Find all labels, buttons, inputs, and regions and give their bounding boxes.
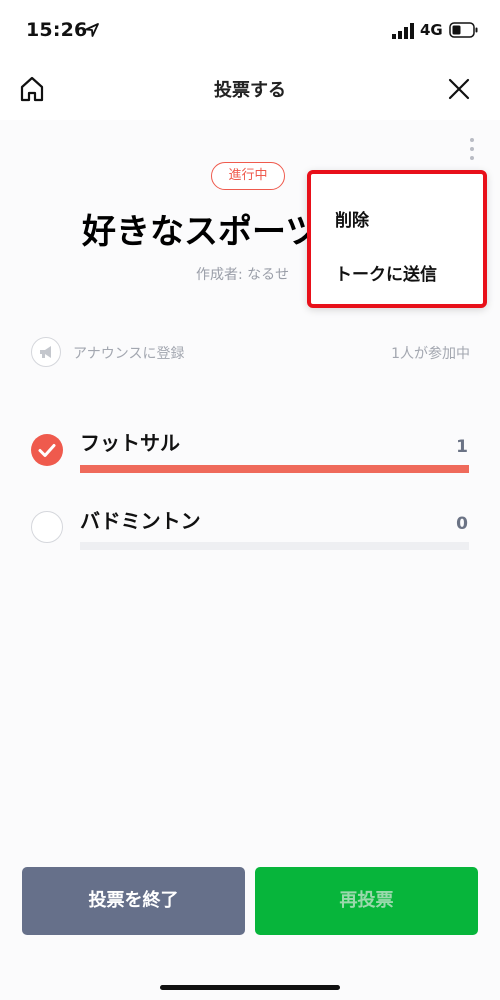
battery-icon [449,22,478,38]
page-title: 投票する [214,80,286,101]
status-badge: 進行中 [211,162,285,190]
announce-label[interactable]: アナウンスに登録 [73,343,184,363]
option-vote-count: 0 [456,514,468,534]
home-indicator [160,985,340,990]
home-icon[interactable] [18,75,46,103]
option-vote-count: 1 [456,437,468,457]
close-icon[interactable] [446,76,472,102]
menu-item-delete[interactable]: 削除 [335,206,369,231]
revote-button[interactable]: 再投票 [255,867,478,935]
options-menu: 削除 トークに送信 [307,170,487,308]
clock: 15:26 [26,19,88,41]
option-checkbox[interactable] [31,511,63,543]
option-vote-bar-fill [80,465,469,473]
poll-question: 好きなスポーツ [82,212,312,252]
announce-toggle[interactable] [31,337,61,367]
megaphone-icon [40,346,51,358]
end-poll-button[interactable]: 投票を終了 [22,867,245,935]
option-label[interactable]: フットサル [80,427,180,456]
menu-item-send-to-talk[interactable]: トークに送信 [335,260,437,285]
option-vote-bar [80,465,469,473]
signal-icon [392,23,414,39]
participant-count: 1人が参加中 [391,346,470,362]
checkmark-icon [38,444,56,457]
network-type: 4G [420,21,443,39]
more-options-icon[interactable] [467,136,477,162]
option-label[interactable]: バドミントン [80,505,201,534]
poll-author: 作成者: なるせ [196,267,290,283]
option-checkbox-checked[interactable] [31,434,63,466]
location-arrow-icon [85,23,99,37]
option-vote-bar [80,542,469,550]
